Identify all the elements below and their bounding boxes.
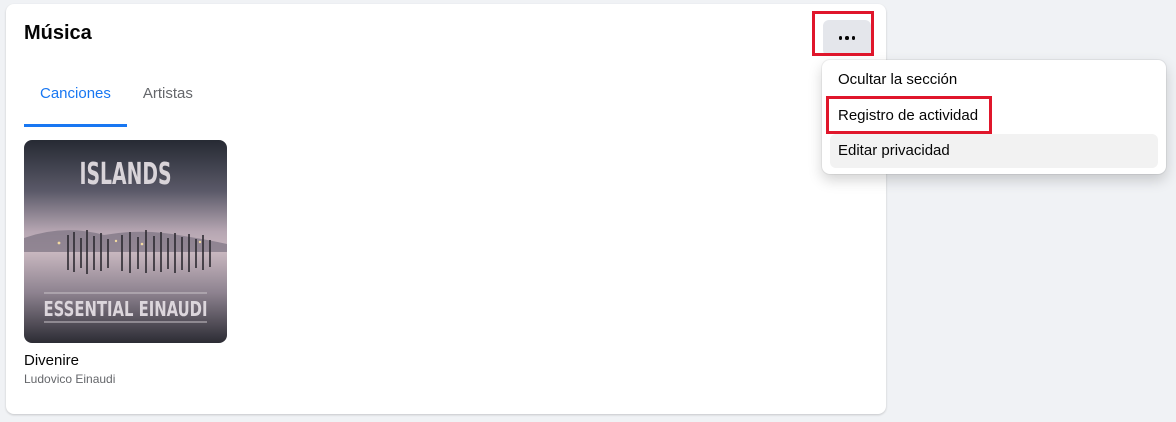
tab-artists[interactable]: Artistas [127, 74, 209, 124]
cover-title-text: ISLANDS [80, 157, 172, 192]
song-artist: Ludovico Einaudi [24, 372, 116, 386]
album-cover[interactable]: ISLANDS ESSENTIAL EINAUDI [24, 140, 227, 343]
more-options-button[interactable] [823, 20, 871, 56]
album-art-image: ISLANDS ESSENTIAL EINAUDI [24, 140, 227, 343]
tab-songs[interactable]: Canciones [24, 74, 127, 127]
options-dropdown-menu: Ocultar la sección Registro de actividad… [822, 60, 1166, 174]
menu-item-edit-privacy[interactable]: Editar privacidad [830, 134, 1158, 168]
menu-item-hide-section[interactable]: Ocultar la sección [830, 63, 1158, 97]
tab-bar: Canciones Artistas [24, 74, 209, 127]
song-title[interactable]: Divenire [24, 352, 79, 369]
more-horizontal-icon [838, 36, 856, 40]
music-section-card: Música Canciones Artistas ISLANDS ESSENT… [6, 4, 886, 414]
cover-subtitle-text: ESSENTIAL EINAUDI [44, 297, 208, 321]
menu-item-activity-log[interactable]: Registro de actividad [830, 99, 1158, 133]
section-title: Música [24, 22, 92, 44]
